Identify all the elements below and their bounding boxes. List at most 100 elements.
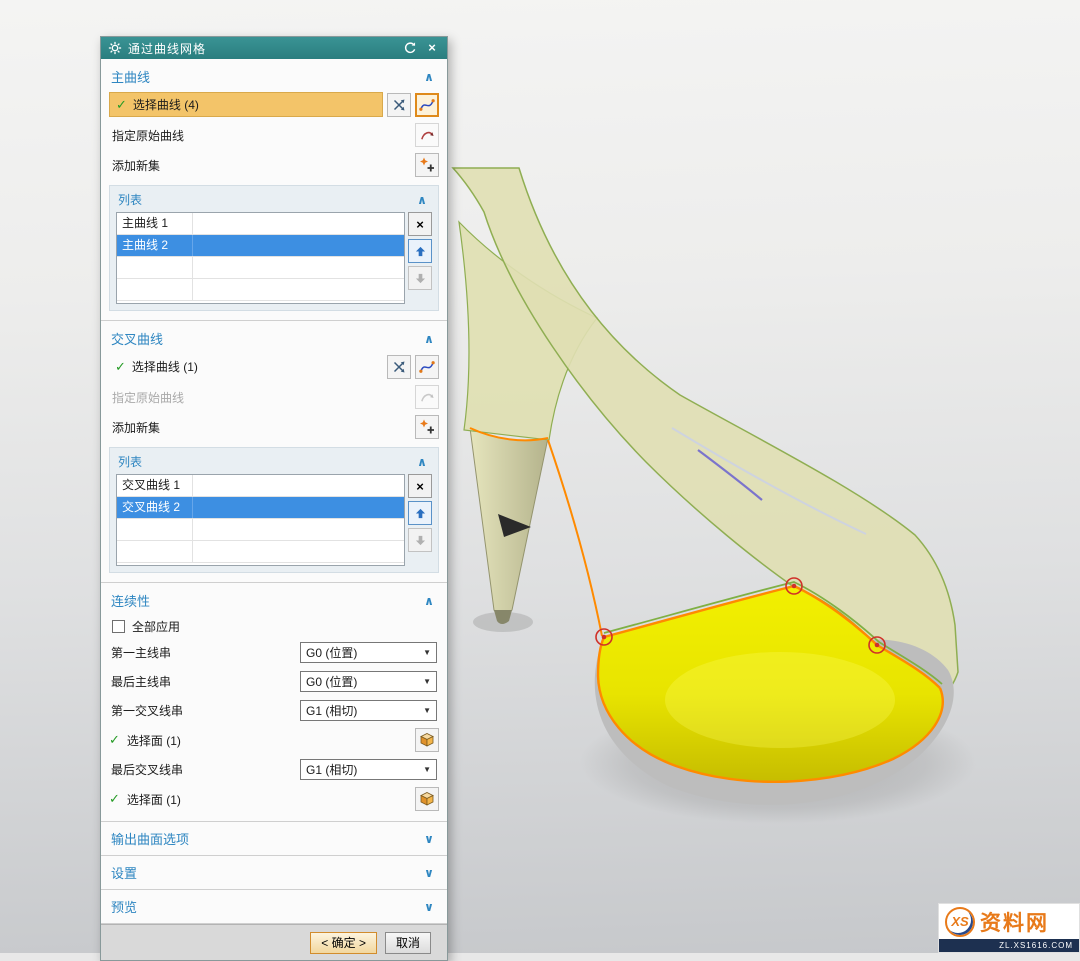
section-preview-header[interactable]: 预览 ∨ <box>101 890 447 923</box>
table-row-selected[interactable]: 交叉曲线 2 <box>117 497 404 519</box>
chevron-up-icon[interactable]: ∧ <box>414 193 430 207</box>
chevron-down-icon[interactable]: ∨ <box>421 832 437 846</box>
remove-row-button[interactable]: × <box>408 474 432 498</box>
watermark-logo-icon: XS <box>945 907 975 937</box>
check-icon: ✓ <box>109 732 120 748</box>
arrow-down-icon <box>415 535 426 546</box>
face-cube-icon[interactable] <box>415 728 439 752</box>
main-curves-list-panel: 列表 ∧ 主曲线 1 主曲线 2 × <box>109 185 439 311</box>
row-label: 主曲线 2 <box>117 235 193 256</box>
chevron-up-icon[interactable]: ∧ <box>421 594 437 608</box>
table-row-empty[interactable] <box>117 257 404 279</box>
curve-rule-icon[interactable] <box>415 355 439 379</box>
table-row[interactable]: 交叉曲线 1 <box>117 475 404 497</box>
move-down-button[interactable] <box>408 528 432 552</box>
section-title: 主曲线 <box>111 67 421 86</box>
origin-curve-icon[interactable] <box>415 123 439 147</box>
section-output-options: 输出曲面选项 ∨ <box>101 822 447 856</box>
section-main-curves-header[interactable]: 主曲线 ∧ <box>101 62 447 89</box>
section-output-options-header[interactable]: 输出曲面选项 ∨ <box>101 822 447 855</box>
chevron-up-icon[interactable]: ∧ <box>421 332 437 346</box>
row-label: 交叉曲线 2 <box>117 497 193 518</box>
watermark: XS 资料网 ZL.XS1616.COM <box>938 903 1080 953</box>
dialog-title: 通过曲线网格 <box>128 40 396 57</box>
cancel-button[interactable]: 取消 <box>385 932 431 954</box>
orange-back-seam[interactable] <box>548 440 602 636</box>
curve-rule-icon[interactable] <box>415 93 439 117</box>
section-title: 预览 <box>111 897 421 916</box>
section-cross-curves: 交叉曲线 ∧ ✓ 选择曲线 (1) <box>101 321 447 583</box>
chevron-down-icon: ▼ <box>423 706 431 715</box>
add-new-set-icon[interactable] <box>415 415 439 439</box>
origin-curve-icon-disabled <box>415 385 439 409</box>
list-title: 列表 <box>118 191 414 208</box>
last-cross-label: 最后交叉线串 <box>111 761 300 778</box>
section-settings-header[interactable]: 设置 ∨ <box>101 856 447 889</box>
move-up-button[interactable] <box>408 239 432 263</box>
move-down-button[interactable] <box>408 266 432 290</box>
vamp-highlight <box>665 652 895 748</box>
delete-icon: × <box>416 479 424 494</box>
apply-all-checkbox[interactable] <box>112 620 125 633</box>
dropdown-value: G0 (位置) <box>306 673 419 690</box>
chevron-down-icon[interactable]: ∨ <box>421 900 437 914</box>
section-cross-curves-header[interactable]: 交叉曲线 ∧ <box>101 324 447 351</box>
first-cross-label: 第一交叉线串 <box>111 702 300 719</box>
row-label: 交叉曲线 1 <box>117 475 193 496</box>
watermark-brand: 资料网 <box>980 907 1049 937</box>
main-select-curve-field[interactable]: ✓ 选择曲线 (4) <box>109 92 383 117</box>
watermark-logo-text: XS <box>951 914 968 929</box>
move-up-button[interactable] <box>408 501 432 525</box>
select-face-last-label: 选择面 (1) <box>124 791 411 808</box>
main-curves-table: 主曲线 1 主曲线 2 <box>116 212 405 304</box>
remove-row-button[interactable]: × <box>408 212 432 236</box>
cross-select-curve-field[interactable]: ✓ 选择曲线 (1) <box>109 354 383 379</box>
main-origin-curve-label: 指定原始曲线 <box>109 127 411 144</box>
cross-curves-table: 交叉曲线 1 交叉曲线 2 <box>116 474 405 566</box>
cross-add-new-set-label: 添加新集 <box>109 419 411 436</box>
table-row[interactable]: 主曲线 1 <box>117 213 404 235</box>
section-continuity: 连续性 ∧ 全部应用 第一主线串 G0 (位置) ▼ 最后主线串 G0 (位置)… <box>101 583 447 822</box>
main-select-curve-label: 选择曲线 (4) <box>133 96 199 113</box>
last-cross-dropdown[interactable]: G1 (相切) ▼ <box>300 759 437 780</box>
swap-arrows-icon[interactable] <box>387 93 411 117</box>
delete-icon: × <box>416 217 424 232</box>
check-icon: ✓ <box>116 97 127 113</box>
table-row-empty[interactable] <box>117 519 404 541</box>
chevron-up-icon[interactable]: ∧ <box>414 455 430 469</box>
gear-icon <box>108 41 122 55</box>
last-primary-dropdown[interactable]: G0 (位置) ▼ <box>300 671 437 692</box>
section-title: 交叉曲线 <box>111 329 421 348</box>
ok-button[interactable]: < 确定 > <box>310 932 377 954</box>
dialog-through-curve-mesh: 通过曲线网格 × 主曲线 ∧ ✓ 选择曲线 (4) <box>100 36 448 961</box>
add-new-set-icon[interactable] <box>415 153 439 177</box>
cross-origin-curve-label: 指定原始曲线 <box>109 389 411 406</box>
close-icon[interactable]: × <box>424 40 440 56</box>
cross-select-curve-label: 选择曲线 (1) <box>132 358 198 375</box>
table-row-empty[interactable] <box>117 541 404 563</box>
arrow-up-icon <box>415 246 426 257</box>
last-primary-label: 最后主线串 <box>111 673 300 690</box>
dropdown-value: G0 (位置) <box>306 644 419 661</box>
face-cube-icon[interactable] <box>415 787 439 811</box>
row-label: 主曲线 1 <box>117 213 193 234</box>
arrow-up-icon <box>415 508 426 519</box>
first-primary-dropdown[interactable]: G0 (位置) ▼ <box>300 642 437 663</box>
table-row-selected[interactable]: 主曲线 2 <box>117 235 404 257</box>
dialog-titlebar[interactable]: 通过曲线网格 × <box>101 37 447 59</box>
chevron-down-icon: ▼ <box>423 765 431 774</box>
table-row-empty[interactable] <box>117 279 404 301</box>
section-continuity-header[interactable]: 连续性 ∧ <box>101 586 447 613</box>
chevron-down-icon[interactable]: ∨ <box>421 866 437 880</box>
check-icon: ✓ <box>109 791 120 807</box>
chevron-down-icon: ▼ <box>423 677 431 686</box>
select-face-first-label: 选择面 (1) <box>124 732 411 749</box>
chevron-up-icon[interactable]: ∧ <box>421 70 437 84</box>
dropdown-value: G1 (相切) <box>306 702 419 719</box>
swap-arrows-icon[interactable] <box>387 355 411 379</box>
section-title: 连续性 <box>111 591 421 610</box>
first-cross-dropdown[interactable]: G1 (相切) ▼ <box>300 700 437 721</box>
reset-icon[interactable] <box>402 41 418 55</box>
first-primary-label: 第一主线串 <box>111 644 300 661</box>
section-title: 设置 <box>111 863 421 882</box>
